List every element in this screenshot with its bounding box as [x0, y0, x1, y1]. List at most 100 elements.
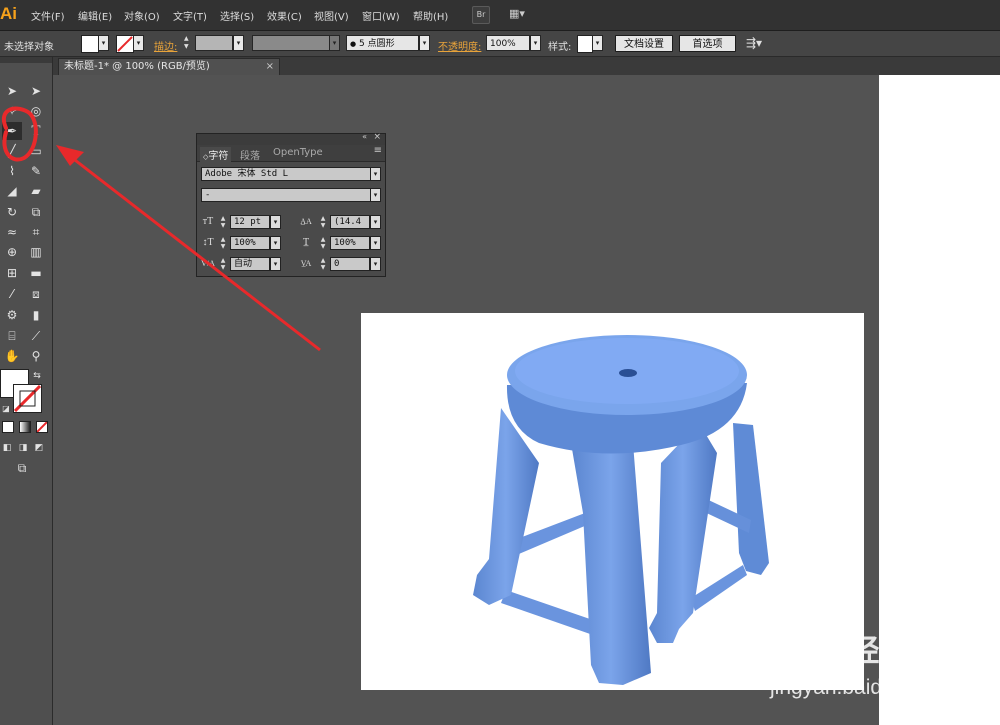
- vertical-scale-stepper[interactable]: ▲ ▼: [219, 236, 227, 250]
- menu-select[interactable]: 选择(S): [220, 8, 254, 23]
- horizontal-scale-field[interactable]: 100%: [330, 236, 370, 250]
- rectangle-tool-icon[interactable]: ▭: [26, 142, 46, 160]
- direct-selection-tool-icon[interactable]: ➤: [26, 82, 46, 100]
- stroke-dropdown[interactable]: ▾: [133, 35, 144, 51]
- variable-width-profile[interactable]: [252, 35, 330, 51]
- font-family-field[interactable]: Adobe 宋体 Std L: [201, 167, 372, 181]
- slice-tool-icon[interactable]: ⟋: [26, 327, 46, 345]
- blob-brush-tool-icon[interactable]: ◢: [2, 182, 22, 200]
- stroke-swatch[interactable]: [116, 35, 134, 53]
- none-mode-icon[interactable]: [36, 421, 48, 433]
- line-segment-tool-icon[interactable]: ╱: [2, 142, 22, 160]
- tracking-stepper[interactable]: ▲ ▼: [319, 257, 327, 271]
- leading-field[interactable]: (14.4: [330, 215, 370, 229]
- graphic-style-swatch[interactable]: [577, 35, 593, 53]
- menu-window[interactable]: 窗口(W): [362, 8, 400, 23]
- horizontal-scale-stepper[interactable]: ▲ ▼: [319, 236, 327, 250]
- gradient-tool-icon[interactable]: ▬: [26, 264, 46, 282]
- blend-tool-icon[interactable]: ⧈: [26, 285, 46, 303]
- scale-tool-icon[interactable]: ⧉: [26, 203, 46, 221]
- draw-inside-icon[interactable]: ◩: [32, 439, 46, 457]
- tab-opentype[interactable]: OpenType: [273, 147, 323, 158]
- stroke-color-box[interactable]: [13, 384, 42, 413]
- artboard-tool-icon[interactable]: ⌸: [2, 327, 22, 345]
- stroke-label[interactable]: 描边:: [154, 38, 177, 53]
- opacity-dropdown[interactable]: ▾: [530, 35, 541, 51]
- profile-dropdown[interactable]: ▾: [329, 35, 340, 51]
- tab-paragraph[interactable]: 段落: [240, 147, 260, 162]
- tracking-field[interactable]: 0: [330, 257, 370, 271]
- lasso-tool-icon[interactable]: ◎: [26, 102, 46, 120]
- stroke-weight-dropdown[interactable]: ▾: [233, 35, 244, 51]
- fill-dropdown[interactable]: ▾: [98, 35, 109, 51]
- panel-titlebar[interactable]: « ×: [197, 132, 385, 145]
- tracking-dropdown[interactable]: ▾: [370, 257, 381, 271]
- control-bar-menu-icon[interactable]: ⇶▾: [746, 36, 762, 50]
- opacity-field[interactable]: 100%: [486, 35, 530, 51]
- paintbrush-tool-icon[interactable]: ⌇: [2, 162, 22, 180]
- symbol-sprayer-tool-icon[interactable]: ▥: [26, 243, 46, 261]
- close-tab-icon[interactable]: ×: [266, 59, 274, 75]
- warp-tool-icon[interactable]: ≈: [2, 223, 22, 241]
- toolbox-header[interactable]: [0, 57, 52, 63]
- stroke-weight-field[interactable]: [195, 35, 233, 51]
- swap-colors-icon[interactable]: ⇆: [30, 367, 44, 385]
- preferences-button[interactable]: 首选项: [679, 35, 736, 52]
- menu-file[interactable]: 文件(F): [31, 8, 65, 23]
- leading-dropdown[interactable]: ▾: [370, 215, 381, 229]
- shape-builder-tool-icon[interactable]: ⊕: [2, 243, 22, 261]
- symbol-tool-icon[interactable]: ⚙: [2, 306, 22, 324]
- eyedropper-tool-icon[interactable]: ⁄: [2, 285, 22, 303]
- font-size-stepper[interactable]: ▲ ▼: [219, 215, 227, 229]
- fill-swatch[interactable]: [81, 35, 99, 53]
- magic-wand-tool-icon[interactable]: ✧: [2, 102, 22, 120]
- gradient-mode-icon[interactable]: [19, 421, 31, 433]
- kerning-field[interactable]: 自动: [230, 257, 270, 271]
- screen-mode-icon[interactable]: ⧉: [12, 459, 32, 477]
- menu-view[interactable]: 视图(V): [314, 8, 349, 23]
- menu-type[interactable]: 文字(T): [173, 8, 207, 23]
- selection-tool-icon[interactable]: ➤: [2, 82, 22, 100]
- font-style-field[interactable]: -: [201, 188, 372, 202]
- font-style-dropdown[interactable]: ▾: [370, 188, 381, 202]
- zoom-tool-icon[interactable]: ⚲: [26, 347, 46, 365]
- graph-tool-icon[interactable]: ▮: [26, 306, 46, 324]
- color-mode-icon[interactable]: [2, 421, 14, 433]
- leading-stepper[interactable]: ▲ ▼: [319, 215, 327, 229]
- stroke-weight-stepper[interactable]: ▲ ▼: [184, 35, 192, 51]
- font-size-dropdown[interactable]: ▾: [270, 215, 281, 229]
- arrange-documents-button[interactable]: ▦▾: [505, 6, 529, 22]
- document-tab[interactable]: 未标题-1* @ 100% (RGB/预览) ×: [58, 58, 280, 75]
- kerning-dropdown[interactable]: ▾: [270, 257, 281, 271]
- default-colors-icon[interactable]: ◪: [0, 400, 12, 418]
- kerning-stepper[interactable]: ▲ ▼: [219, 257, 227, 271]
- opacity-label[interactable]: 不透明度:: [438, 38, 481, 53]
- draw-normal-icon[interactable]: ◧: [0, 439, 14, 457]
- vertical-scale-dropdown[interactable]: ▾: [270, 236, 281, 250]
- rotate-tool-icon[interactable]: ↻: [2, 203, 22, 221]
- draw-behind-icon[interactable]: ◨: [16, 439, 30, 457]
- bridge-button[interactable]: Br: [472, 6, 490, 24]
- free-transform-tool-icon[interactable]: ⌗: [26, 223, 46, 241]
- graphic-style-dropdown[interactable]: ▾: [592, 35, 603, 51]
- mesh-tool-icon[interactable]: ⊞: [2, 264, 22, 282]
- type-tool-icon[interactable]: T: [26, 122, 46, 140]
- horizontal-scale-dropdown[interactable]: ▾: [370, 236, 381, 250]
- pencil-tool-icon[interactable]: ✎: [26, 162, 46, 180]
- brush-dropdown[interactable]: ▾: [419, 35, 430, 51]
- font-size-field[interactable]: 12 pt: [230, 215, 270, 229]
- close-panel-icon[interactable]: ×: [373, 132, 381, 142]
- vertical-scale-field[interactable]: 100%: [230, 236, 270, 250]
- tab-character[interactable]: ◇字符: [200, 147, 232, 162]
- menu-edit[interactable]: 编辑(E): [78, 8, 112, 23]
- hand-tool-icon[interactable]: ✋: [2, 347, 22, 365]
- panel-menu-icon[interactable]: ≡: [374, 145, 382, 156]
- brush-definition[interactable]: ● 5 点圆形: [346, 35, 419, 51]
- font-family-dropdown[interactable]: ▾: [370, 167, 381, 181]
- menu-effect[interactable]: 效果(C): [267, 8, 302, 23]
- menu-object[interactable]: 对象(O): [124, 8, 160, 23]
- collapse-panel-icon[interactable]: «: [362, 132, 367, 141]
- menu-help[interactable]: 帮助(H): [413, 8, 448, 23]
- eraser-tool-icon[interactable]: ▰: [26, 182, 46, 200]
- document-setup-button[interactable]: 文档设置: [615, 35, 673, 52]
